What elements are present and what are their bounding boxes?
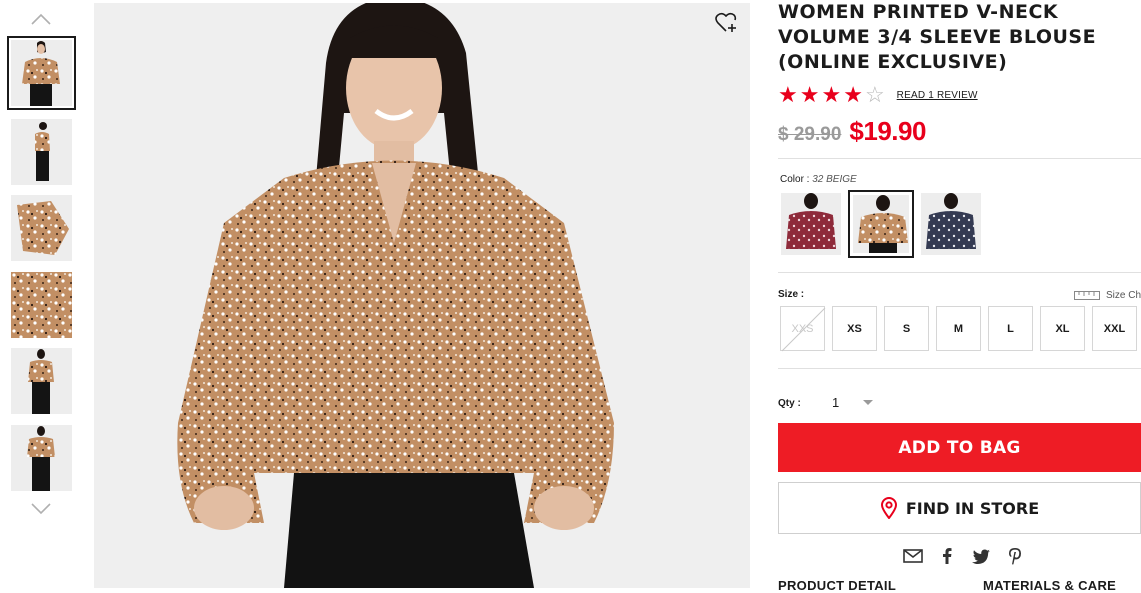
size-option-xxs[interactable]: XXS [780, 306, 826, 352]
star-filled-icon: ★ [778, 82, 798, 107]
quantity-value: 1 [832, 394, 840, 410]
chevron-down-icon [31, 503, 51, 515]
color-swatch-red[interactable] [778, 190, 844, 258]
sale-price: $19.90 [849, 116, 926, 146]
size-option-label: M [953, 322, 964, 335]
price-row: $ 29.90 $19.90 [778, 116, 926, 147]
thumbnail-scroll-up-button[interactable] [28, 10, 54, 28]
main-product-image[interactable] [94, 3, 750, 588]
share-icons [903, 546, 1025, 566]
color-swatch-navy[interactable] [918, 190, 984, 258]
star-filled-icon: ★ [821, 82, 842, 107]
location-pin-icon [880, 497, 897, 519]
product-title: WOMEN PRINTED V-NECK VOLUME 3/4 SLEEVE B… [778, 1, 1097, 73]
color-label-text: Color : [780, 174, 810, 185]
star-empty-icon: ☆ [864, 82, 885, 107]
size-option-xxl[interactable]: XXL [1092, 306, 1137, 351]
ruler-icon [1074, 291, 1100, 300]
size-option-xs[interactable]: XS [832, 306, 877, 351]
twitter-icon[interactable] [971, 546, 991, 566]
size-option-l[interactable]: L [988, 306, 1033, 351]
size-chart-link[interactable]: Size Ch [1074, 289, 1141, 301]
size-option-s[interactable]: S [884, 306, 929, 351]
star-filled-icon: ★ [843, 82, 863, 107]
thumbnail-sleeve-detail[interactable] [11, 195, 72, 261]
read-review-link[interactable]: READ 1 REVIEW [897, 90, 978, 101]
chevron-up-icon [31, 13, 51, 25]
size-option-label: XS [847, 322, 862, 335]
facebook-icon[interactable] [937, 546, 957, 566]
original-price: $ 29.90 [778, 124, 842, 145]
unavailable-slash-icon [781, 307, 826, 352]
size-option-label: S [902, 322, 911, 335]
thumbnail-front-view[interactable] [7, 36, 76, 110]
size-option-label: XXL [1103, 322, 1126, 335]
thumbnail-scroll-down-button[interactable] [28, 500, 54, 518]
size-option-xl[interactable]: XL [1040, 306, 1085, 351]
tab-materials-care[interactable]: MATERIALS & CARE [983, 578, 1116, 593]
find-in-store-label: FIND IN STORE [905, 498, 1040, 518]
size-label: Size : [778, 289, 805, 300]
quantity-select[interactable]: 1 [832, 392, 874, 412]
color-label: Color : 32 BEIGE [780, 174, 857, 185]
star-rating: ★ ★ ★ ★ ☆ [778, 84, 885, 106]
divider [778, 272, 1141, 273]
size-option-m[interactable]: M [936, 306, 981, 351]
size-option-label: XL [1055, 322, 1070, 335]
tab-product-detail[interactable]: PRODUCT DETAIL [778, 578, 896, 593]
size-option-label: L [1007, 322, 1014, 335]
add-to-wishlist-button[interactable] [715, 12, 739, 34]
star-filled-icon: ★ [799, 82, 820, 107]
caret-down-icon [863, 400, 873, 405]
thumbnail-gallery [0, 0, 82, 588]
quantity-label: Qty : [778, 398, 801, 409]
color-swatch-beige[interactable] [848, 190, 914, 258]
thumbnail-back-view[interactable] [11, 348, 72, 414]
divider [778, 158, 1141, 159]
heart-plus-icon [715, 12, 737, 32]
selected-color-value: 32 BEIGE [812, 174, 857, 185]
thumbnail-side-view[interactable] [11, 119, 72, 185]
email-icon[interactable] [903, 546, 923, 566]
size-chart-label: Size Ch [1106, 289, 1141, 301]
thumbnail-fabric-detail[interactable] [11, 272, 72, 338]
pinterest-icon[interactable] [1005, 546, 1025, 566]
add-to-bag-button[interactable]: ADD TO BAG [778, 423, 1141, 472]
divider [778, 368, 1141, 369]
find-in-store-button[interactable]: FIND IN STORE [778, 482, 1141, 534]
thumbnail-front-full-view[interactable] [11, 425, 72, 491]
product-info-panel: WOMEN PRINTED V-NECK VOLUME 3/4 SLEEVE B… [778, 0, 1141, 593]
rating-row: ★ ★ ★ ★ ☆ READ 1 REVIEW [778, 84, 978, 106]
